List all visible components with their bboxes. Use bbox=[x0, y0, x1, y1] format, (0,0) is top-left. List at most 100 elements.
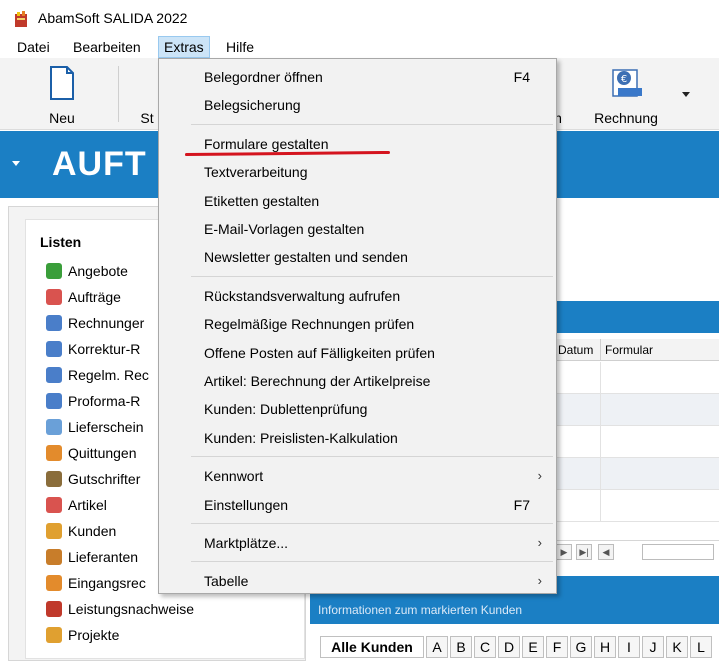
letter-filter-button[interactable]: B bbox=[450, 636, 472, 658]
banner-collapse-icon[interactable] bbox=[12, 161, 20, 166]
menu-item[interactable]: Textverarbeitung bbox=[159, 158, 556, 186]
menu-item-label: E-Mail-Vorlagen gestalten bbox=[204, 221, 365, 237]
delivery-note-icon bbox=[46, 419, 62, 435]
letter-filter-all[interactable]: Alle Kunden bbox=[320, 636, 424, 658]
list-item[interactable]: Quittungen bbox=[46, 440, 137, 466]
menu-shortcut: F4 bbox=[513, 69, 530, 85]
submenu-arrow-icon: › bbox=[537, 573, 542, 589]
menu-item-label: Tabelle bbox=[204, 573, 249, 590]
list-item-label: Aufträge bbox=[68, 289, 121, 305]
menu-datei[interactable]: Datei bbox=[12, 36, 55, 58]
toolbar-button-partial[interactable]: St bbox=[136, 58, 158, 130]
menu-bearbeiten[interactable]: Bearbeiten bbox=[68, 36, 146, 58]
customers-icon bbox=[46, 523, 62, 539]
menu-item[interactable]: Etiketten gestalten bbox=[159, 187, 556, 215]
list-item-label: Proforma-R bbox=[68, 393, 141, 409]
menu-item[interactable]: Offene Posten auf Fälligkeiten prüfen bbox=[159, 339, 556, 367]
scroll-left-icon[interactable]: ◀ bbox=[598, 544, 614, 560]
list-item[interactable]: Kunden bbox=[46, 518, 116, 544]
letter-filter-button[interactable]: I bbox=[618, 636, 640, 658]
new-button[interactable]: Neu bbox=[28, 58, 96, 130]
service-record-icon bbox=[46, 601, 62, 617]
table-row[interactable] bbox=[554, 394, 719, 426]
menu-item[interactable]: Belegordner öffnen F4 bbox=[159, 63, 556, 91]
menu-item-label: Regelmäßige Rechnungen prüfen bbox=[204, 316, 415, 333]
menu-item[interactable]: Artikel: Berechnung der Artikelpreise bbox=[159, 367, 556, 395]
last-record-icon[interactable]: ▶| bbox=[576, 544, 592, 560]
new-document-icon bbox=[50, 66, 74, 100]
letter-filter-button[interactable]: A bbox=[426, 636, 448, 658]
letter-filter-button[interactable]: C bbox=[474, 636, 496, 658]
menu-item-label: Einstellungen bbox=[204, 496, 289, 513]
column-header-formular[interactable]: Formular bbox=[600, 339, 653, 361]
menu-item-label: Belegordner öffnen bbox=[204, 69, 323, 85]
list-item[interactable]: Eingangsrec bbox=[46, 570, 146, 596]
list-item[interactable]: Lieferschein bbox=[46, 414, 144, 440]
column-header-datum[interactable]: Datum bbox=[558, 339, 593, 361]
letter-filter-button[interactable]: H bbox=[594, 636, 616, 658]
horizontal-scrollbar[interactable] bbox=[642, 544, 714, 560]
list-item[interactable]: Artikel bbox=[46, 492, 107, 518]
letter-filter-button[interactable]: D bbox=[498, 636, 520, 658]
list-item[interactable]: Gutschrifter bbox=[46, 466, 140, 492]
toolbar-dropdown-arrow-icon[interactable] bbox=[682, 92, 690, 97]
menu-item[interactable]: Kennwort › bbox=[159, 462, 556, 490]
grid-navigation: ▶ ▶| ◀ bbox=[554, 540, 719, 562]
menu-item[interactable]: E-Mail-Vorlagen gestalten bbox=[159, 215, 556, 243]
table-row[interactable] bbox=[554, 458, 719, 490]
list-item-label: Rechnunger bbox=[68, 315, 145, 331]
menu-item[interactable]: Rückstandsverwaltung aufrufen bbox=[159, 282, 556, 310]
grid-header: Datum Formular bbox=[554, 339, 719, 361]
list-item[interactable]: Regelm. Rec bbox=[46, 362, 149, 388]
list-item-label: Eingangsrec bbox=[68, 575, 146, 591]
menu-separator bbox=[191, 523, 553, 524]
menu-item[interactable]: Tabelle › bbox=[159, 567, 556, 595]
next-record-icon[interactable]: ▶ bbox=[556, 544, 572, 560]
letter-filter-button[interactable]: L bbox=[690, 636, 712, 658]
letter-filter-button[interactable]: J bbox=[642, 636, 664, 658]
menu-hilfe[interactable]: Hilfe bbox=[221, 36, 259, 58]
list-item[interactable]: Korrektur-R bbox=[46, 336, 140, 362]
letter-filter-button[interactable]: F bbox=[546, 636, 568, 658]
letter-filter-button[interactable]: K bbox=[666, 636, 688, 658]
menu-extras[interactable]: Extras bbox=[158, 36, 210, 58]
menu-item[interactable]: Regelmäßige Rechnungen prüfen bbox=[159, 310, 556, 338]
table-row[interactable] bbox=[554, 362, 719, 394]
title-bar: AbamSoft SALIDA 2022 bbox=[0, 0, 719, 36]
table-row[interactable] bbox=[554, 490, 719, 522]
menu-separator bbox=[191, 123, 553, 125]
list-item[interactable]: Angebote bbox=[46, 258, 128, 284]
article-icon bbox=[46, 497, 62, 513]
menu-item-label: Kennwort bbox=[204, 468, 264, 485]
list-item[interactable]: Leistungsnachweise bbox=[46, 596, 194, 622]
submenu-arrow-icon: › bbox=[537, 535, 542, 550]
list-item[interactable]: Projekte bbox=[46, 622, 119, 648]
list-item[interactable]: Aufträge bbox=[46, 284, 121, 310]
list-item-label: Korrektur-R bbox=[68, 341, 141, 357]
list-item[interactable]: Lieferanten bbox=[46, 544, 138, 570]
invoice-button[interactable]: € Rechnung bbox=[586, 58, 666, 130]
menu-item[interactable]: Belegsicherung bbox=[159, 91, 556, 119]
menu-item[interactable]: Einstellungen F7 bbox=[159, 491, 556, 519]
order-icon bbox=[46, 289, 62, 305]
toolbar-partial-label: St bbox=[140, 110, 154, 126]
menu-item[interactable]: Marktplätze... › bbox=[159, 529, 556, 557]
menu-item-label: Textverarbeitung bbox=[204, 164, 308, 181]
letter-filter-button[interactable]: E bbox=[522, 636, 544, 658]
letter-filter-button[interactable]: G bbox=[570, 636, 592, 658]
quote-icon bbox=[46, 263, 62, 279]
svg-text:€: € bbox=[621, 74, 627, 85]
list-item-label: Angebote bbox=[68, 263, 128, 279]
list-item-label: Quittungen bbox=[68, 445, 137, 461]
list-item[interactable]: Proforma-R bbox=[46, 388, 140, 414]
table-row[interactable] bbox=[554, 426, 719, 458]
menu-item[interactable]: Kunden: Dublettenprüfung bbox=[159, 395, 556, 423]
window-title: AbamSoft SALIDA 2022 bbox=[38, 10, 188, 26]
menu-item[interactable]: Kunden: Preislisten-Kalkulation bbox=[159, 424, 556, 452]
toolbar-separator bbox=[118, 66, 119, 122]
projects-icon bbox=[46, 627, 62, 643]
menu-separator bbox=[191, 456, 553, 458]
list-item[interactable]: Rechnunger bbox=[46, 310, 144, 336]
info-panel-header: Informationen zum markierten Kunden bbox=[310, 596, 719, 624]
menu-item[interactable]: Newsletter gestalten und senden bbox=[159, 243, 556, 271]
